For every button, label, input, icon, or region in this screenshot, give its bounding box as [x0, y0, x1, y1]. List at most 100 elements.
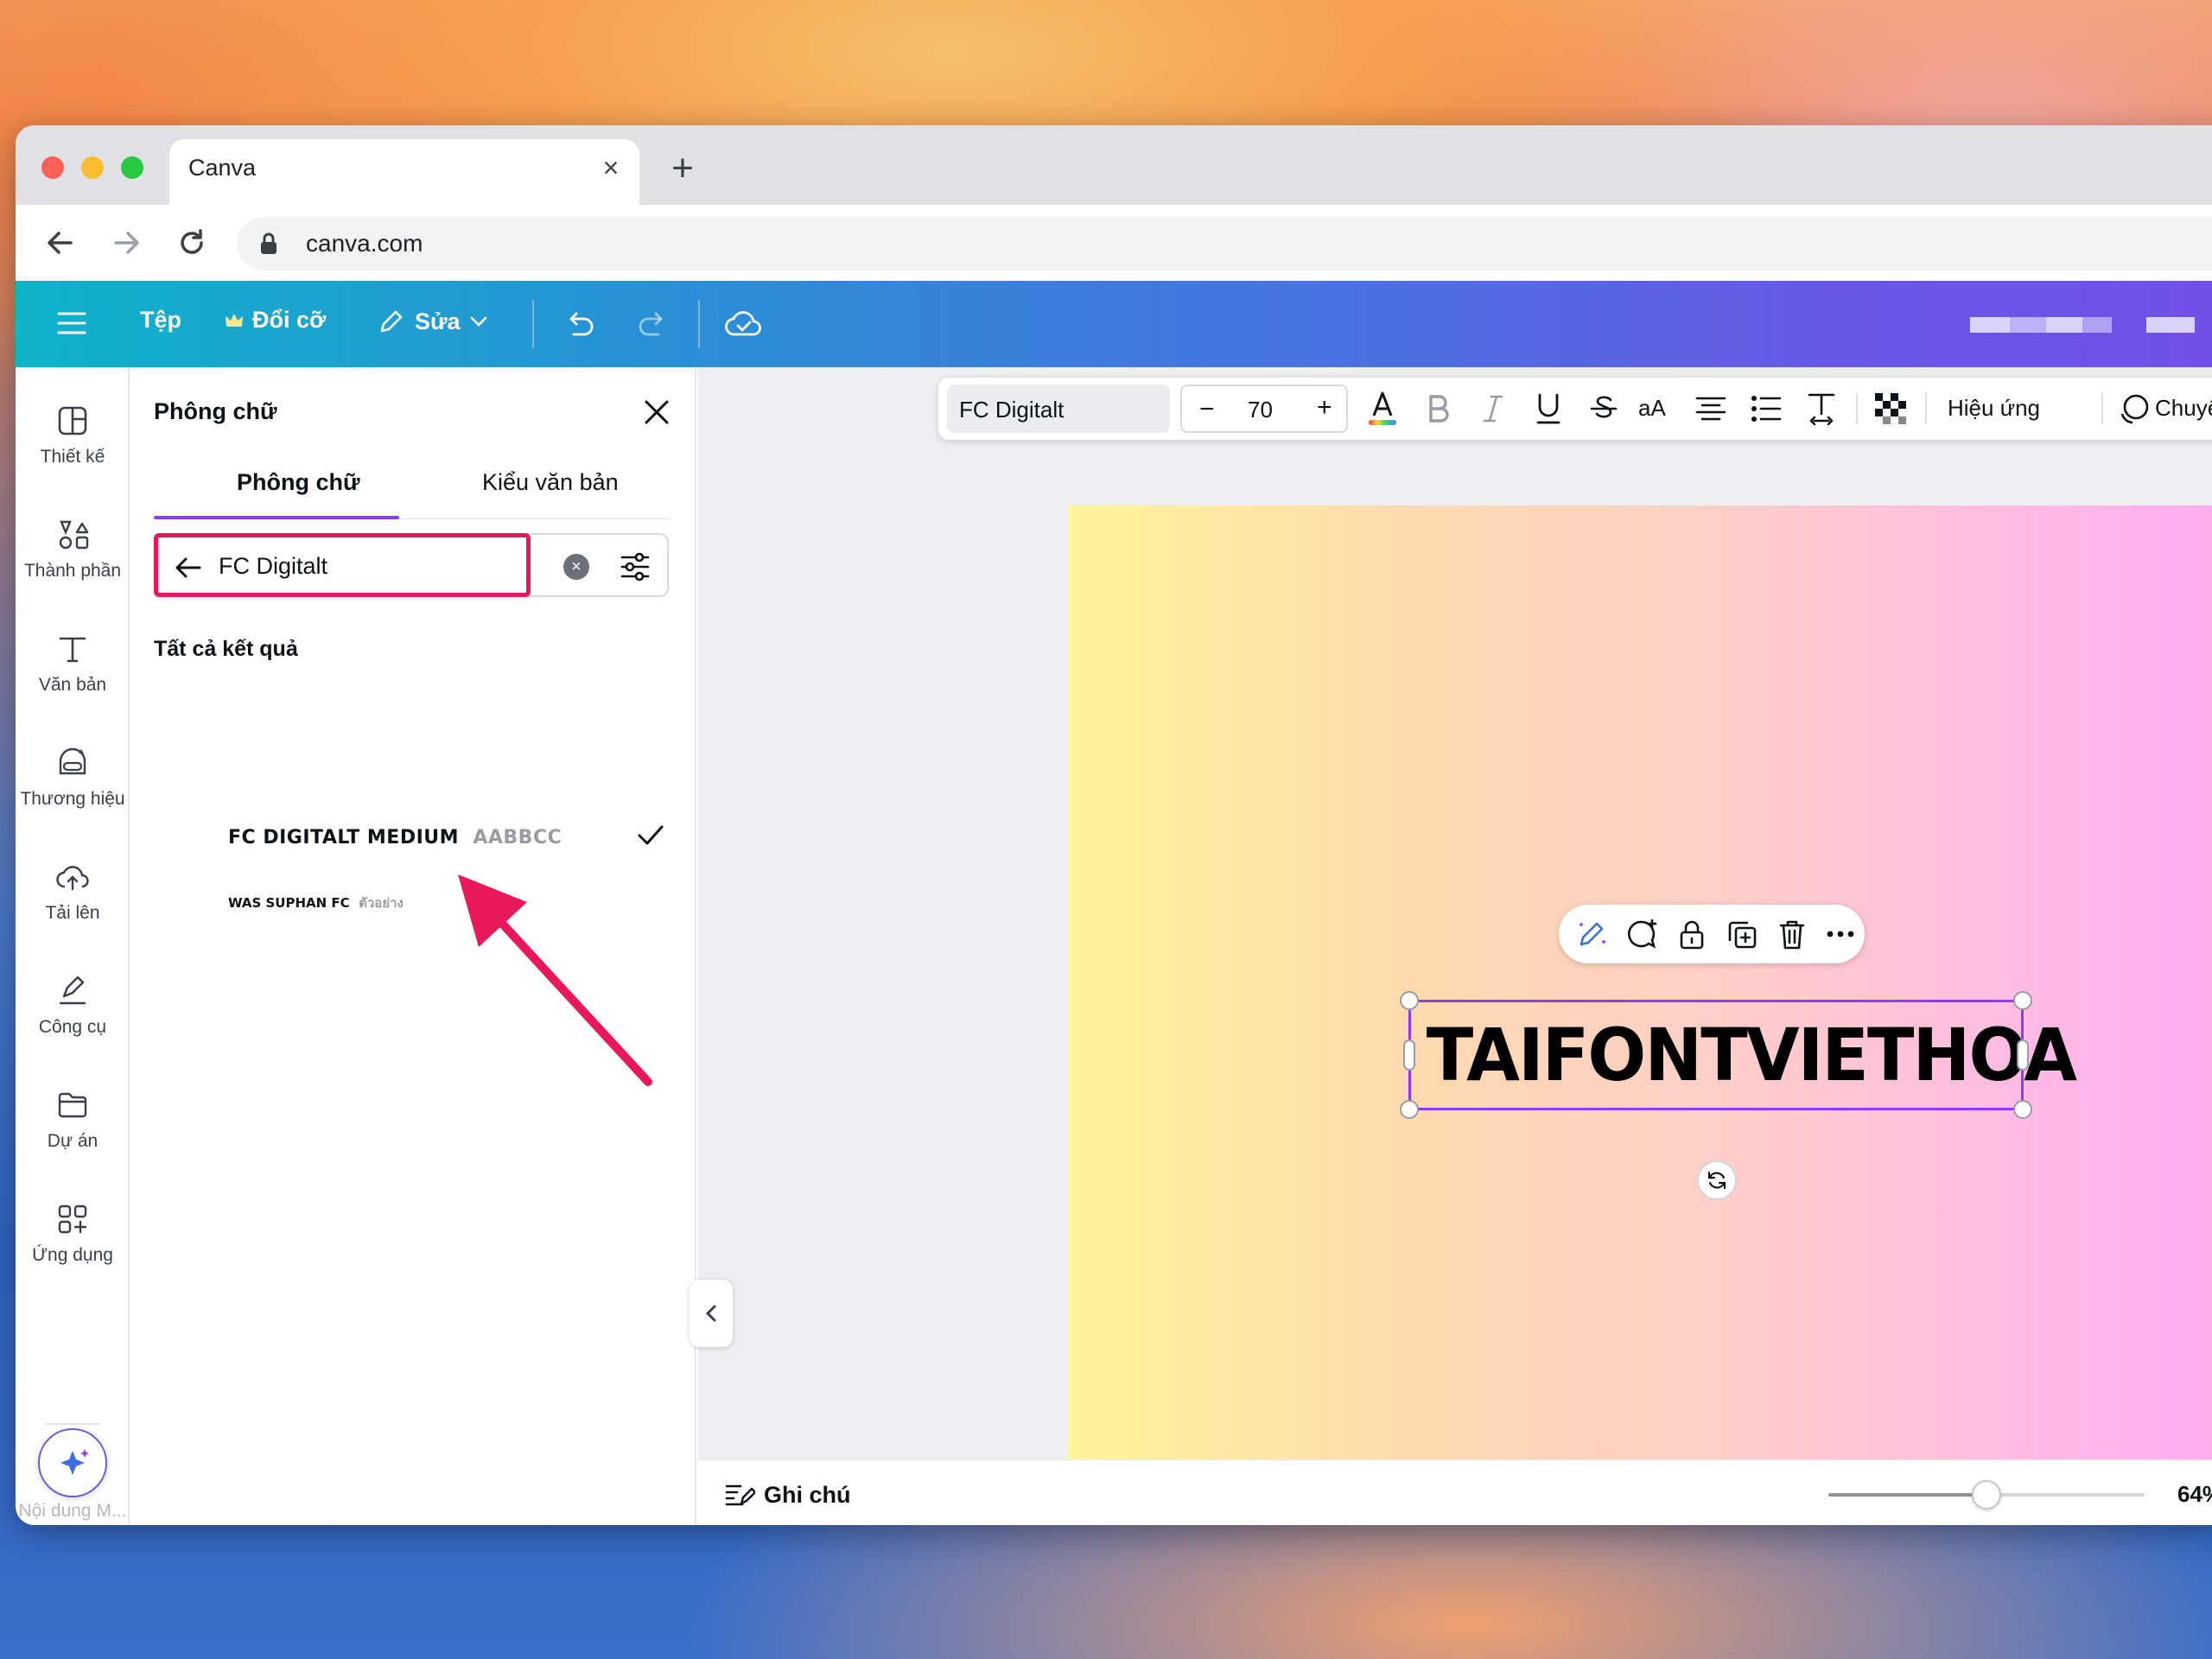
- filter-icon[interactable]: [619, 550, 652, 583]
- chevron-down-icon: [470, 316, 486, 327]
- notes-button[interactable]: Ghi chú: [724, 1481, 851, 1509]
- file-menu[interactable]: Tệp: [140, 307, 181, 334]
- resize-handle[interactable]: [2013, 991, 2032, 1010]
- spacing-icon[interactable]: [1802, 390, 1840, 428]
- animate-icon[interactable]: [2117, 390, 2152, 428]
- close-tab-icon[interactable]: ×: [596, 153, 626, 182]
- maximize-window-button[interactable]: [121, 156, 143, 179]
- design-page[interactable]: [1068, 505, 2212, 1473]
- bold-icon[interactable]: [1419, 390, 1457, 428]
- font-panel: Phông chữ Phông chữ Kiểu văn bản FC Digi…: [130, 367, 696, 1525]
- font-sample: ตัวอย่าง: [359, 895, 404, 911]
- rail-label: Ứng dụng: [32, 1245, 113, 1265]
- list-icon[interactable]: [1747, 390, 1785, 428]
- font-search-input[interactable]: FC Digitalt: [154, 533, 531, 597]
- upload-cloud-icon: [56, 866, 89, 891]
- browser-toolbar: canva.com: [16, 205, 2212, 281]
- redo-icon[interactable]: [636, 307, 671, 341]
- font-result-item[interactable]: FC DIGITALT MEDIUM AABBCC: [154, 815, 672, 867]
- back-arrow-icon[interactable]: [174, 555, 203, 581]
- rail-item-tools[interactable]: Công cụ: [16, 974, 130, 1038]
- italic-icon[interactable]: [1474, 390, 1512, 428]
- rail-label: Công cụ: [38, 1017, 107, 1037]
- increase-size-button[interactable]: +: [1317, 393, 1332, 423]
- back-icon[interactable]: [41, 224, 79, 262]
- collapse-panel-button[interactable]: [690, 1280, 733, 1347]
- magic-assistant-button[interactable]: [38, 1428, 107, 1497]
- underline-icon[interactable]: [1529, 390, 1567, 428]
- resize-label: Đổi cỡ: [252, 307, 327, 333]
- selected-text-box[interactable]: TAIFONTVIETHOA: [1400, 991, 2077, 1119]
- file-menu-label: Tệp: [140, 307, 182, 333]
- font-family-value: FC Digitalt: [959, 397, 1065, 423]
- resize-handle[interactable]: [1400, 1100, 1419, 1119]
- letter-case-button[interactable]: aA: [1638, 395, 1666, 422]
- rotate-handle[interactable]: [1697, 1160, 1737, 1200]
- header-divider: [532, 300, 534, 348]
- rail-item-projects[interactable]: Dự án: [16, 1088, 130, 1152]
- duplicate-icon[interactable]: [1725, 917, 1759, 951]
- rail-label: Thiết kế: [40, 447, 105, 467]
- font-name: WAS SUPHAN FC ตัวอย่าง: [228, 893, 404, 913]
- tab-fonts[interactable]: Phông chữ: [237, 469, 360, 496]
- font-name-text: WAS SUPHAN FC: [228, 895, 350, 911]
- close-icon[interactable]: [639, 395, 674, 429]
- font-family-dropdown[interactable]: FC Digitalt: [947, 385, 1170, 433]
- cloud-saved-icon[interactable]: [724, 305, 764, 341]
- lock-icon[interactable]: [1675, 917, 1709, 951]
- transparency-icon[interactable]: [1872, 390, 1910, 428]
- animate-button[interactable]: Chuyển: [2155, 395, 2212, 422]
- zoom-slider-thumb[interactable]: [1972, 1480, 2001, 1510]
- rail-item-upload[interactable]: Tải lên: [16, 860, 130, 924]
- menu-icon[interactable]: [57, 310, 86, 336]
- tab-text-styles[interactable]: Kiểu văn bản: [482, 469, 619, 496]
- new-tab-button[interactable]: +: [665, 149, 700, 188]
- text-formatting-toolbar: FC Digitalt − 70 + aA Hiệu ứng Chuyển: [938, 378, 2212, 440]
- undo-icon[interactable]: [562, 307, 596, 341]
- minimize-window-button[interactable]: [81, 156, 104, 179]
- align-center-icon[interactable]: [1692, 390, 1730, 428]
- rail-item-design[interactable]: Thiết kế: [16, 404, 130, 467]
- zoom-value[interactable]: 64%: [2177, 1481, 2212, 1508]
- left-rail: Thiết kế Thành phần Văn bản Thương hiệu …: [16, 367, 130, 1525]
- toolbar-divider: [1856, 393, 1858, 424]
- magic-edit-icon[interactable]: [1574, 917, 1609, 951]
- text-color-icon[interactable]: [1363, 390, 1402, 428]
- reload-icon[interactable]: [173, 224, 211, 262]
- rail-label: Tải lên: [45, 903, 100, 923]
- toolbar-divider: [2101, 393, 2103, 424]
- strikethrough-icon[interactable]: [1585, 390, 1623, 428]
- font-size-control: − 70 +: [1180, 385, 1348, 433]
- close-window-button[interactable]: [41, 156, 64, 179]
- browser-window: Canva × + canva.com Tệp Đổi cỡ Sửa Thiết…: [16, 125, 2212, 1525]
- canvas-text[interactable]: TAIFONTVIETHOA: [1427, 1013, 2077, 1097]
- decrease-size-button[interactable]: −: [1199, 395, 1215, 424]
- forward-icon[interactable]: [107, 224, 145, 262]
- pencil-icon: [380, 310, 403, 333]
- folder-icon: [58, 1092, 87, 1118]
- zoom-slider[interactable]: [1828, 1480, 2145, 1510]
- font-search-box: FC Digitalt ×: [154, 533, 669, 597]
- clear-search-icon[interactable]: ×: [563, 554, 589, 580]
- browser-tab[interactable]: Canva ×: [169, 139, 639, 205]
- shapes-icon: [59, 520, 89, 550]
- resize-handle[interactable]: [1400, 991, 1419, 1010]
- editor-workspace: FC Digitalt − 70 + aA Hiệu ứng Chuyển: [690, 367, 2212, 1525]
- chevron-left-icon: [705, 1305, 716, 1322]
- comment-add-icon[interactable]: [1624, 917, 1659, 951]
- rail-item-brand[interactable]: Thương hiệu: [16, 746, 130, 810]
- resize-handle[interactable]: [2013, 1100, 2032, 1119]
- rail-item-elements[interactable]: Thành phần: [16, 518, 130, 582]
- brand-icon: [59, 747, 86, 775]
- more-icon[interactable]: [1823, 917, 1858, 951]
- resize-button[interactable]: Đổi cỡ: [225, 307, 326, 334]
- font-size-value[interactable]: 70: [1248, 397, 1273, 423]
- rail-item-apps[interactable]: Ứng dụng: [16, 1202, 130, 1266]
- effects-button[interactable]: Hiệu ứng: [1948, 395, 2040, 422]
- side-resize-handle[interactable]: [1403, 1039, 1415, 1071]
- trash-icon[interactable]: [1775, 917, 1809, 951]
- edit-menu[interactable]: Sửa: [377, 307, 488, 336]
- address-bar[interactable]: canva.com: [237, 217, 2212, 270]
- side-resize-handle[interactable]: [2017, 1039, 2029, 1071]
- rail-item-text[interactable]: Văn bản: [16, 632, 130, 696]
